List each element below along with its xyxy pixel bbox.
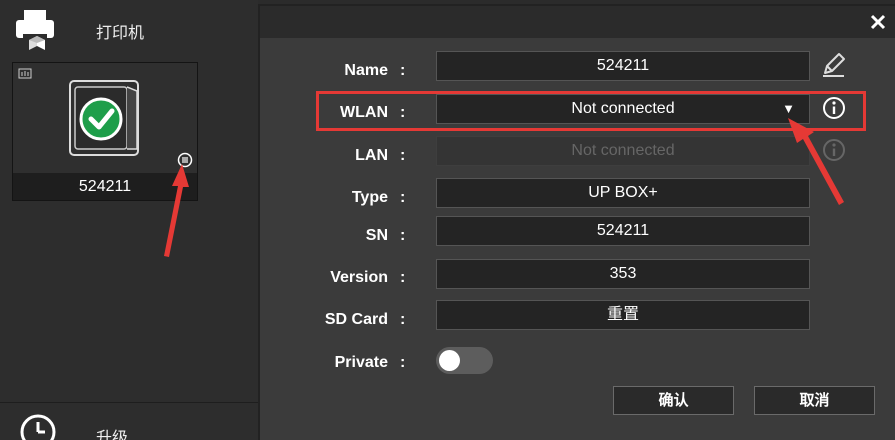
- lan-colon: :: [400, 147, 406, 164]
- wlan-highlight-box: [316, 91, 866, 131]
- upgrade-label: 升级: [96, 430, 129, 440]
- type-field: UP BOX+: [436, 178, 810, 208]
- printer-thumbnail: [69, 80, 139, 156]
- annotation-arrow-menu: [164, 164, 189, 257]
- lan-label: LAN: [355, 147, 388, 164]
- wifi-status-icon: [18, 68, 32, 79]
- edit-name-icon[interactable]: [820, 51, 848, 79]
- sd-card-colon: :: [400, 311, 406, 328]
- printer-icon: [16, 10, 54, 50]
- sd-card-reset-button[interactable]: 重置: [436, 300, 810, 330]
- printer-section-header[interactable]: 打印机: [0, 0, 258, 56]
- private-colon: :: [400, 354, 406, 371]
- sidebar-divider: [0, 402, 258, 403]
- sn-field: 524211: [436, 216, 810, 246]
- clock-icon: [20, 414, 56, 440]
- type-label: Type: [351, 189, 388, 206]
- lan-field: Not connected: [436, 136, 810, 166]
- name-field[interactable]: 524211: [436, 51, 810, 81]
- type-colon: :: [400, 189, 406, 206]
- name-label: Name: [344, 62, 388, 79]
- private-toggle[interactable]: [436, 347, 493, 374]
- version-label: Version: [330, 269, 388, 286]
- cancel-button[interactable]: 取消: [754, 386, 875, 415]
- version-colon: :: [400, 269, 406, 286]
- close-icon[interactable]: [869, 13, 887, 31]
- sn-label: SN: [365, 227, 388, 244]
- name-colon: :: [400, 62, 406, 79]
- sidebar: 打印机 524211 升级: [0, 0, 258, 440]
- toggle-knob: [439, 350, 460, 371]
- sn-colon: :: [400, 227, 406, 244]
- confirm-button[interactable]: 确认: [613, 386, 734, 415]
- private-label: Private: [334, 354, 388, 371]
- version-field: 353: [436, 259, 810, 289]
- printer-section-label: 打印机: [96, 25, 145, 42]
- printer-settings-dialog: Name : 524211 WLAN : Not connected ▼ LAN…: [258, 4, 895, 440]
- sd-card-label: SD Card: [324, 311, 388, 328]
- dialog-titlebar: [260, 6, 895, 38]
